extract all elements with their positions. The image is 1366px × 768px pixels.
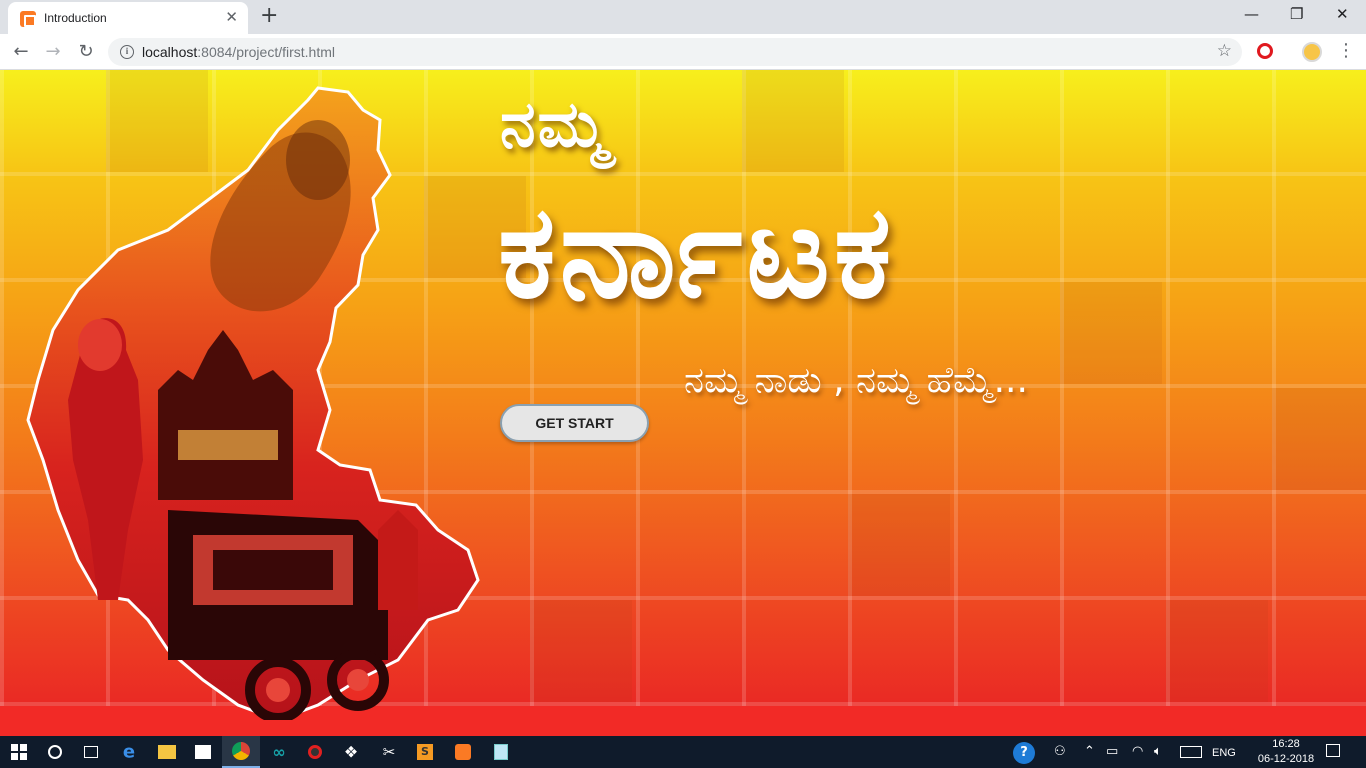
tagline: ನಮ್ಮ ನಾಡು , ನಮ್ಮ ಹೆಮ್ಮೆ... — [684, 360, 1028, 401]
new-tab-button[interactable]: + — [260, 4, 278, 28]
browser-tab-strip: Introduction ✕ + — ❐ ✕ — [0, 0, 1366, 34]
volume-icon[interactable]: 🔈︎ — [1154, 744, 1162, 760]
info-icon[interactable]: i — [120, 45, 134, 59]
notifications-icon[interactable] — [1326, 744, 1340, 757]
record-icon — [308, 745, 322, 759]
cortana-button[interactable] — [36, 736, 74, 768]
keyboard-icon[interactable] — [1180, 746, 1202, 758]
heading-namma: ನಮ್ಮ — [500, 88, 610, 162]
xampp-icon — [455, 744, 471, 760]
task-view-icon — [84, 746, 98, 758]
forward-button[interactable]: → — [41, 40, 65, 64]
sublime-icon: S — [417, 744, 433, 760]
task-view-button[interactable] — [72, 736, 110, 768]
clock-date: 06-12-2018 — [1257, 753, 1315, 765]
heading-karnataka: ಕರ್ನಾಟಕ — [498, 178, 896, 327]
minimize-button[interactable]: — — [1244, 4, 1259, 24]
background-tile — [1272, 388, 1366, 490]
help-icon[interactable]: ? — [1013, 742, 1035, 764]
background-tile — [530, 600, 632, 702]
get-start-button[interactable]: GET START — [500, 404, 649, 442]
cortana-circle-icon — [48, 745, 62, 759]
reload-button[interactable]: ↻ — [74, 40, 98, 64]
restore-button[interactable]: ❐ — [1290, 4, 1303, 24]
taskbar-edge[interactable]: e — [110, 736, 148, 768]
page-viewport: ನಮ್ಮ ಕರ್ನಾಟಕ ನಮ್ಮ ನಾಡು , ನಮ್ಮ ಹೆಮ್ಮೆ... … — [0, 70, 1366, 736]
taskbar-xampp[interactable] — [444, 736, 482, 768]
background-tile — [848, 494, 950, 596]
start-button[interactable] — [0, 736, 38, 768]
windows-taskbar: e ∞ ❖ ✂ S ? ⚇ ⌃ ▭ ◠ 🔈︎ ENG 16:28 06-12-2… — [0, 736, 1366, 768]
people-icon[interactable]: ⚇ — [1054, 744, 1066, 760]
windows-logo-icon — [11, 744, 27, 760]
infinity-icon: ∞ — [272, 742, 286, 762]
folder-icon — [158, 745, 176, 759]
browser-toolbar: ← → ↻ i localhost:8084/project/first.htm… — [0, 34, 1366, 70]
notepad-icon — [494, 744, 508, 760]
xampp-favicon-icon — [20, 11, 36, 27]
background-tile — [1060, 282, 1162, 384]
taskbar-sublime[interactable]: S — [406, 736, 444, 768]
taskbar-snipping-tool[interactable]: ✂ — [370, 736, 408, 768]
battery-icon[interactable]: ▭ — [1106, 744, 1118, 760]
back-button[interactable]: ← — [9, 40, 33, 64]
taskbar-arduino[interactable]: ∞ — [260, 736, 298, 768]
wifi-icon[interactable]: ◠ — [1132, 744, 1143, 760]
close-tab-icon[interactable]: ✕ — [225, 9, 238, 25]
karnataka-map-illustration — [26, 86, 480, 720]
taskbar-chrome[interactable] — [222, 736, 260, 768]
background-tile — [742, 70, 844, 172]
taskbar-store[interactable] — [184, 736, 222, 768]
url-text: localhost:8084/project/first.html — [142, 44, 335, 60]
taskbar-notepad[interactable] — [482, 736, 520, 768]
taskbar-recorder[interactable] — [296, 736, 334, 768]
opera-extension-icon[interactable] — [1257, 43, 1273, 59]
address-bar[interactable]: i localhost:8084/project/first.html ☆ — [108, 38, 1242, 66]
store-bag-icon — [195, 745, 211, 759]
url-path: :8084/project/first.html — [197, 44, 335, 60]
chevron-up-icon[interactable]: ⌃ — [1084, 744, 1095, 760]
chrome-icon — [232, 742, 250, 760]
chrome-menu-icon[interactable]: ⋮ — [1337, 42, 1355, 60]
browser-tab[interactable]: Introduction ✕ — [8, 2, 248, 34]
tab-title: Introduction — [44, 11, 107, 25]
clock-time: 16:28 — [1272, 738, 1300, 750]
taskbar-dropbox[interactable]: ❖ — [332, 736, 370, 768]
clock[interactable]: 16:28 06-12-2018 — [1255, 737, 1317, 767]
background-tile — [1166, 600, 1268, 702]
dropbox-icon: ❖ — [343, 742, 359, 762]
url-host: localhost — [142, 44, 198, 60]
taskbar-file-explorer[interactable] — [148, 736, 186, 768]
bookmark-star-icon[interactable]: ☆ — [1217, 41, 1232, 61]
emoji-extension-icon[interactable] — [1302, 42, 1322, 62]
language-indicator[interactable]: ENG — [1212, 745, 1236, 761]
close-window-button[interactable]: ✕ — [1336, 4, 1349, 24]
edge-icon: e — [122, 741, 136, 763]
scissors-icon: ✂ — [382, 743, 396, 761]
